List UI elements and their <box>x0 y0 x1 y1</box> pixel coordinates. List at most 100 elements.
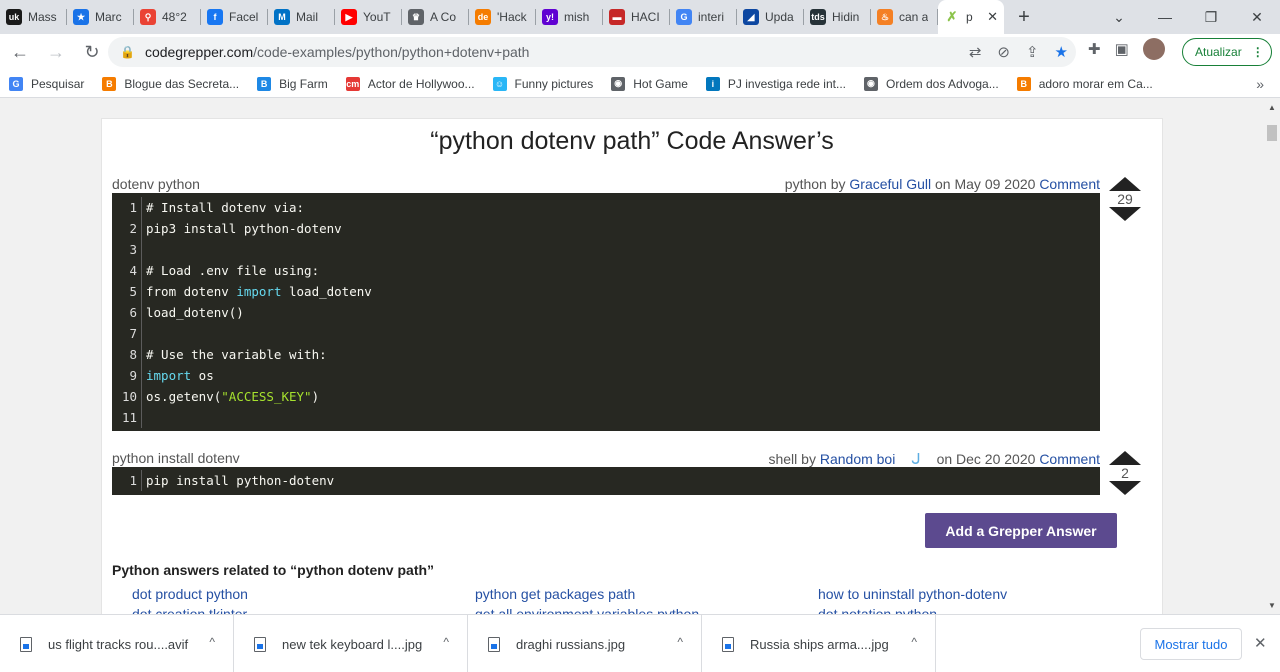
bookmark-item[interactable]: ☺ Funny pictures <box>484 76 603 91</box>
related-link[interactable]: python get packages path <box>475 586 635 602</box>
code-text: pip3 install python-dotenv <box>146 221 342 236</box>
profile-avatar[interactable] <box>1142 38 1165 60</box>
download-filename: new tek keyboard l....jpg <box>282 636 423 652</box>
tab[interactable]: ♛ A Co <box>402 0 469 34</box>
page-scrollbar[interactable]: ▲ ▼ <box>1264 99 1280 614</box>
tab[interactable]: ♨ can a <box>871 0 938 34</box>
tab[interactable]: ▬ HACI <box>603 0 670 34</box>
tab[interactable]: ◢ Upda <box>737 0 804 34</box>
bookmark-item[interactable]: B Big Farm <box>248 76 337 91</box>
update-button[interactable]: Atualizar ⋮ <box>1182 38 1272 66</box>
restore-button[interactable]: ❐ <box>1188 0 1234 34</box>
scroll-down-icon[interactable]: ▼ <box>1268 601 1276 610</box>
back-button[interactable]: ← <box>4 36 36 68</box>
scrollbar-thumb[interactable] <box>1267 125 1277 141</box>
bookmark-item[interactable]: cm Actor de Hollywoo... <box>337 76 484 91</box>
close-downloads-icon[interactable]: ✕ <box>1254 634 1267 652</box>
close-tab-icon[interactable]: ✕ <box>987 9 998 25</box>
related-link[interactable]: dot notation python <box>818 606 937 614</box>
bookmark-item[interactable]: Badoro morar em Ca... <box>1008 76 1162 91</box>
bookmark-star-icon[interactable]: ★ <box>1055 43 1068 61</box>
bookmark-item[interactable]: G Pesquisar <box>0 76 93 91</box>
upvote-icon[interactable] <box>1109 177 1141 191</box>
answer-header: python install dotenv shell by Random bo… <box>112 450 1100 468</box>
download-item[interactable]: draghi russians.jpg ^ <box>468 615 702 672</box>
browser-toolbar: ← → ↻ 🔒 codegrepper.com/code-examples/py… <box>0 34 1280 70</box>
minimize-button[interactable]: — <box>1142 0 1188 34</box>
bookmark-item[interactable]: ◉ Ordem dos Advoga... <box>855 76 1008 91</box>
download-filename: us flight tracks rou....avif <box>48 636 189 652</box>
side-panel-icon[interactable]: ▣ <box>1115 40 1129 58</box>
extensions-icon[interactable]: ✚ <box>1088 40 1101 58</box>
tab[interactable]: ★ Marc <box>67 0 134 34</box>
tab[interactable]: tds Hidin <box>804 0 871 34</box>
tab-title: Upda <box>765 10 794 24</box>
downvote-icon[interactable] <box>1109 481 1141 495</box>
code-block[interactable]: 1 # Install dotenv via: 2 pip3 install pyth… <box>112 193 1100 431</box>
tab-title: Mass <box>28 10 57 24</box>
bookmark-icon: ☺ <box>492 76 507 91</box>
bookmark-icon: ◉ <box>863 76 878 91</box>
eye-off-icon[interactable]: ⊘ <box>997 43 1010 61</box>
tab[interactable]: y! mish <box>536 0 603 34</box>
downvote-icon[interactable] <box>1109 207 1141 221</box>
line-number: 2 <box>112 218 142 239</box>
chevron-up-icon[interactable]: ^ <box>911 635 917 649</box>
related-link[interactable]: get all environment variables python <box>475 606 699 614</box>
tab-active[interactable]: ✗ p ✕ <box>938 0 1004 34</box>
related-link[interactable]: how to uninstall python-dotenv <box>818 586 1007 602</box>
window-close-button[interactable]: ✕ <box>1234 0 1280 34</box>
tab-title: interi <box>698 10 725 24</box>
download-item[interactable]: us flight tracks rou....avif ^ <box>0 615 234 672</box>
bookmark-item[interactable]: ◉ Hot Game <box>602 76 697 91</box>
related-link[interactable]: dot product python <box>132 586 248 602</box>
chevron-up-icon[interactable]: ^ <box>209 635 215 649</box>
tab-favicon: f <box>207 9 223 25</box>
tab[interactable]: f Facel <box>201 0 268 34</box>
new-tab-button[interactable]: + <box>1004 6 1044 29</box>
bookmarks-more-icon[interactable]: » <box>1256 76 1264 92</box>
chevron-up-icon[interactable]: ^ <box>443 635 449 649</box>
bookmark-label: Hot Game <box>633 76 688 91</box>
tab[interactable]: Ginteri <box>670 0 737 34</box>
author-link[interactable]: Random boi <box>820 451 896 467</box>
bookmark-icon: i <box>705 76 720 91</box>
code-text: # Use the variable with: <box>146 347 327 362</box>
upvote-icon[interactable] <box>1109 451 1141 465</box>
translate-icon[interactable]: ⇄ <box>969 43 982 61</box>
show-all-button[interactable]: Mostrar tudo <box>1140 628 1242 660</box>
tab[interactable]: ▶ YouT <box>335 0 402 34</box>
answers-card: “python dotenv path” Code Answer’s doten… <box>101 118 1163 614</box>
download-item[interactable]: new tek keyboard l....jpg ^ <box>234 615 468 672</box>
tab-title: Mail <box>296 10 319 24</box>
menu-dots-icon[interactable]: ⋮ <box>1252 45 1264 59</box>
code-line: 10 os.getenv("ACCESS_KEY") <box>112 386 1100 407</box>
add-answer-button[interactable]: Add a Grepper Answer <box>925 513 1117 548</box>
bookmark-icon: cm <box>345 76 360 91</box>
tab-title: mish <box>564 10 590 24</box>
line-number: 3 <box>112 239 142 260</box>
code-block[interactable]: 1 pip install python-dotenv <box>112 467 1100 495</box>
scroll-up-icon[interactable]: ▲ <box>1268 103 1276 112</box>
tab[interactable]: M Mail <box>268 0 335 34</box>
forward-button[interactable]: → <box>40 36 72 68</box>
comment-link[interactable]: Comment <box>1039 451 1100 467</box>
tab[interactable]: de 'Hack <box>469 0 536 34</box>
bookmark-item[interactable]: B Blogue das Secreta... <box>93 76 248 91</box>
address-bar[interactable]: 🔒 codegrepper.com/code-examples/python/p… <box>108 37 1076 67</box>
chevron-up-icon[interactable]: ^ <box>677 635 683 649</box>
lock-icon[interactable]: 🔒 <box>120 45 135 59</box>
tab[interactable]: uk Mass <box>0 0 67 34</box>
tab[interactable]: ⚲ 48°2 <box>134 0 201 34</box>
bookmark-item[interactable]: i PJ investiga rede int... <box>697 76 855 91</box>
author-link[interactable]: Graceful Gull <box>849 176 931 192</box>
url-host: codegrepper.com <box>144 44 254 60</box>
tab-favicon: de <box>475 9 491 25</box>
download-item[interactable]: Russia ships arma....jpg ^ <box>702 615 936 672</box>
related-link[interactable]: dot creation tkinter <box>132 606 247 614</box>
reload-button[interactable]: ↻ <box>76 36 108 68</box>
tab-favicon: M <box>274 9 290 25</box>
tab-search-chevron-icon[interactable]: ⌄ <box>1096 0 1142 34</box>
comment-link[interactable]: Comment <box>1039 176 1100 192</box>
share-icon[interactable]: ⇪ <box>1026 43 1039 61</box>
